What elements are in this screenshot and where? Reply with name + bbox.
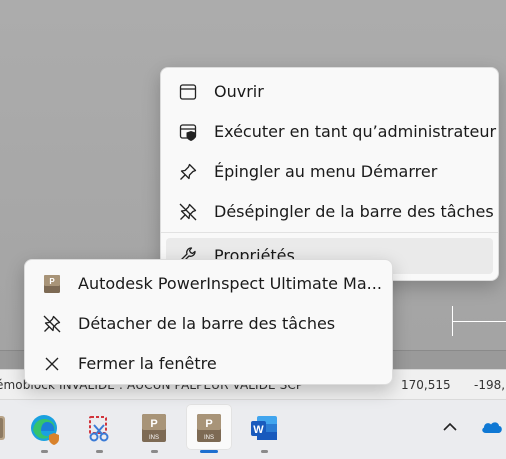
coordinate-x: 170,515 <box>401 378 451 392</box>
snipping-tool-icon <box>89 416 109 442</box>
powerinspect-app-icon: P <box>44 275 60 293</box>
menu-item-close-window[interactable]: Fermer la fenêtre <box>30 346 387 382</box>
running-indicator <box>41 450 48 453</box>
window-icon <box>179 84 197 100</box>
admin-shield-icon <box>179 124 197 141</box>
powerinspect-icon: P INS <box>142 414 166 442</box>
cloud-icon <box>482 422 502 433</box>
svg-text:P: P <box>49 277 55 286</box>
crosshair-vertical-line <box>452 306 453 336</box>
taskbar-app-word[interactable]: W <box>241 404 287 450</box>
menu-item-label: Exécuter en tant qu’administrateur <box>214 122 497 141</box>
taskbar-app-edge[interactable] <box>21 404 67 450</box>
menu-separator <box>161 232 498 233</box>
menu-item-unpin-taskbar[interactable]: Détacher de la barre des tâches <box>30 306 387 342</box>
taskbar-app-snipping-tool[interactable] <box>76 404 122 450</box>
jump-list-window-menu: P Autodesk PowerInspect Ultimate Ma... D… <box>24 259 393 385</box>
chevron-up-icon <box>443 422 457 431</box>
menu-item-label: Détacher de la barre des tâches <box>78 314 336 333</box>
unpin-icon <box>43 315 61 333</box>
menu-item-app-window[interactable]: P Autodesk PowerInspect Ultimate Ma... <box>30 266 387 302</box>
running-indicator <box>96 450 103 453</box>
svg-text:INS: INS <box>204 435 214 441</box>
menu-item-pin-to-start[interactable]: Épingler au menu Démarrer <box>166 154 493 190</box>
menu-item-label: Épingler au menu Démarrer <box>214 162 438 181</box>
menu-item-label: Fermer la fenêtre <box>78 354 217 373</box>
svg-text:P: P <box>205 418 212 430</box>
running-indicator <box>151 450 158 453</box>
pin-icon <box>180 163 197 180</box>
close-icon <box>45 357 59 371</box>
word-icon: W <box>251 416 277 440</box>
jump-list-tasks-menu: Ouvrir Exécuter en tant qu’administrateu… <box>160 67 499 281</box>
taskbar: P INS P INS W <box>0 399 506 459</box>
menu-item-label: Autodesk PowerInspect Ultimate Ma... <box>78 274 382 293</box>
menu-item-unpin-from-taskbar[interactable]: Désépingler de la barre des tâches <box>166 194 494 230</box>
show-hidden-icons-button[interactable] <box>429 404 469 450</box>
menu-item-open[interactable]: Ouvrir <box>166 74 493 110</box>
svg-text:W: W <box>253 424 264 436</box>
unpin-icon <box>179 203 197 221</box>
crosshair-marker <box>452 306 506 336</box>
app-icon <box>0 416 5 440</box>
coordinate-y: -198, <box>474 378 506 392</box>
powerinspect-icon: P INS <box>197 414 221 442</box>
menu-item-label: Désépingler de la barre des tâches <box>214 202 494 221</box>
svg-text:P: P <box>150 418 157 430</box>
onedrive-button[interactable] <box>472 404 506 450</box>
active-indicator <box>200 450 218 453</box>
svg-text:INS: INS <box>149 435 159 441</box>
running-indicator <box>261 450 268 453</box>
taskbar-app-powerinspect-1[interactable]: P INS <box>131 404 177 450</box>
menu-item-run-as-admin[interactable]: Exécuter en tant qu’administrateur <box>166 114 497 150</box>
taskbar-app-partial[interactable] <box>0 404 16 450</box>
crosshair-horizontal-line <box>452 321 506 322</box>
taskbar-app-powerinspect-2[interactable]: P INS <box>186 404 232 450</box>
menu-item-label: Ouvrir <box>214 82 264 101</box>
shield-badge-icon <box>49 433 59 445</box>
